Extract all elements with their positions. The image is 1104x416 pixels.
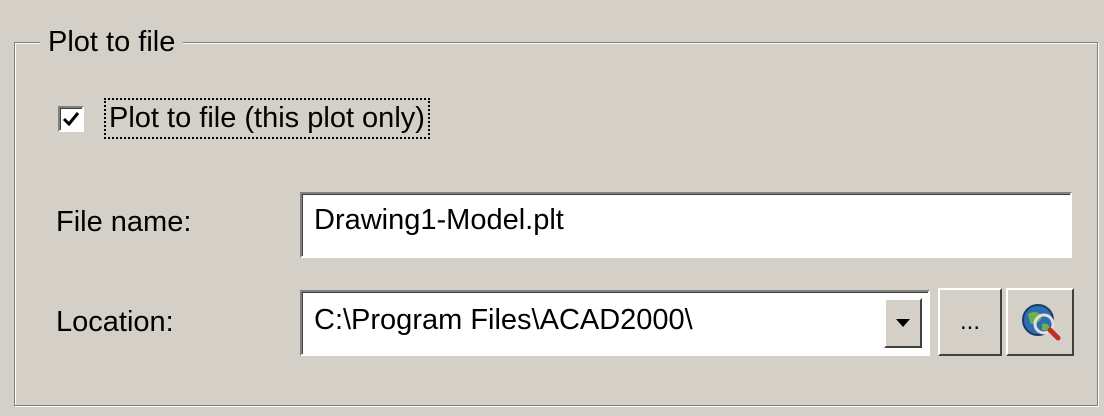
browse-button-label: ... [959,308,980,335]
plot-to-file-checkbox[interactable] [58,105,84,132]
location-combobox[interactable]: C:\Program Files\ACAD2000\ [300,290,930,356]
globe-search-icon [1022,304,1061,341]
chevron-down-icon [896,319,910,327]
browse-button[interactable]: ... [938,288,1002,356]
file-name-label: File name: [56,206,192,238]
plot-to-file-checkbox-row[interactable]: Plot to file (this plot only) [58,98,430,139]
location-value: C:\Program Files\ACAD2000\ [314,304,693,336]
location-dropdown-button[interactable] [884,298,922,348]
group-title: Plot to file [40,22,184,62]
location-label: Location: [56,306,174,338]
checkmark-icon [62,111,80,126]
web-search-button[interactable] [1006,288,1074,356]
file-name-input[interactable]: Drawing1-Model.plt [300,192,1072,258]
plot-to-file-checkbox-label[interactable]: Plot to file (this plot only) [104,98,430,139]
